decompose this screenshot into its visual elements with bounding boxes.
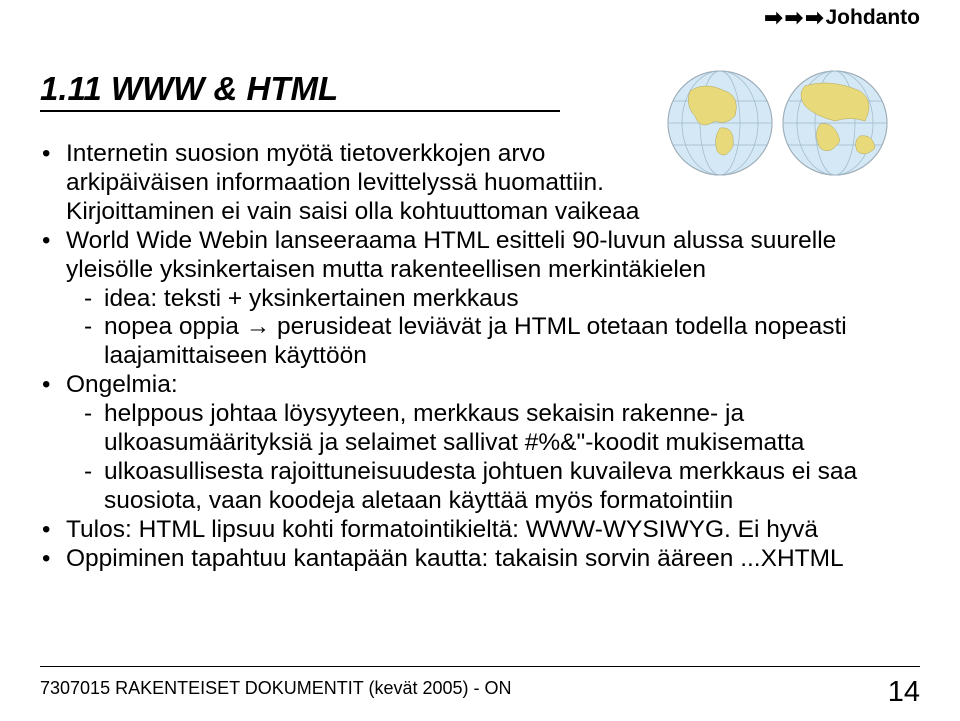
sub-bullet-text: ulkoasullisesta rajoittuneisuudesta joht… [104, 458, 857, 514]
bullet-text: Tulos: HTML lipsuu kohti formatointikiel… [66, 516, 818, 543]
sub-bullet-text: idea: teksti + yksinkertainen merkkaus [104, 285, 519, 312]
arrow-right-icon: → [246, 313, 271, 340]
sub-bullet-item: nopea oppia → perusideat leviävät ja HTM… [84, 313, 920, 371]
bullet-text: Ongelmia: [66, 371, 178, 398]
bullet-item: Internetin suosion myötä tietoverkkojen … [40, 140, 920, 227]
bullet-item: Ongelmia: helppous johtaa löysyyteen, me… [40, 371, 920, 516]
bullet-text: Oppiminen tapahtuu kantapään kautta: tak… [66, 545, 844, 572]
arrow-right-icon: ➡ [785, 7, 803, 29]
sub-bullet-text: helppous johtaa löysyyteen, merkkaus sek… [104, 400, 804, 456]
divider [40, 666, 920, 668]
slide: ➡ ➡ ➡ Johdanto 1.11 WWW & HTML [0, 0, 960, 721]
sub-bullet-text: nopea oppia [104, 313, 246, 340]
sub-bullet-item: helppous johtaa löysyyteen, merkkaus sek… [84, 400, 920, 458]
slide-body: Internetin suosion myötä tietoverkkojen … [40, 140, 920, 574]
footer-course-info: 7307015 RAKENTEISET DOKUMENTIT (kevät 20… [40, 678, 512, 699]
page-number: 14 [888, 676, 920, 709]
bullet-item: World Wide Webin lanseeraama HTML esitte… [40, 227, 920, 372]
bullet-text: Internetin suosion myötä tietoverkkojen … [66, 140, 646, 227]
bullet-item: Tulos: HTML lipsuu kohti formatointikiel… [40, 516, 920, 545]
arrow-right-icon: ➡ [805, 7, 823, 29]
arrow-right-icon: ➡ [764, 7, 782, 29]
bullet-text: World Wide Webin lanseeraama HTML esitte… [66, 227, 836, 283]
breadcrumb-label: Johdanto [826, 6, 921, 30]
breadcrumb: ➡ ➡ ➡ Johdanto [764, 6, 920, 30]
slide-title: 1.11 WWW & HTML [40, 70, 560, 112]
bullet-item: Oppiminen tapahtuu kantapään kautta: tak… [40, 545, 920, 574]
sub-bullet-item: idea: teksti + yksinkertainen merkkaus [84, 285, 920, 314]
sub-bullet-item: ulkoasullisesta rajoittuneisuudesta joht… [84, 458, 920, 516]
